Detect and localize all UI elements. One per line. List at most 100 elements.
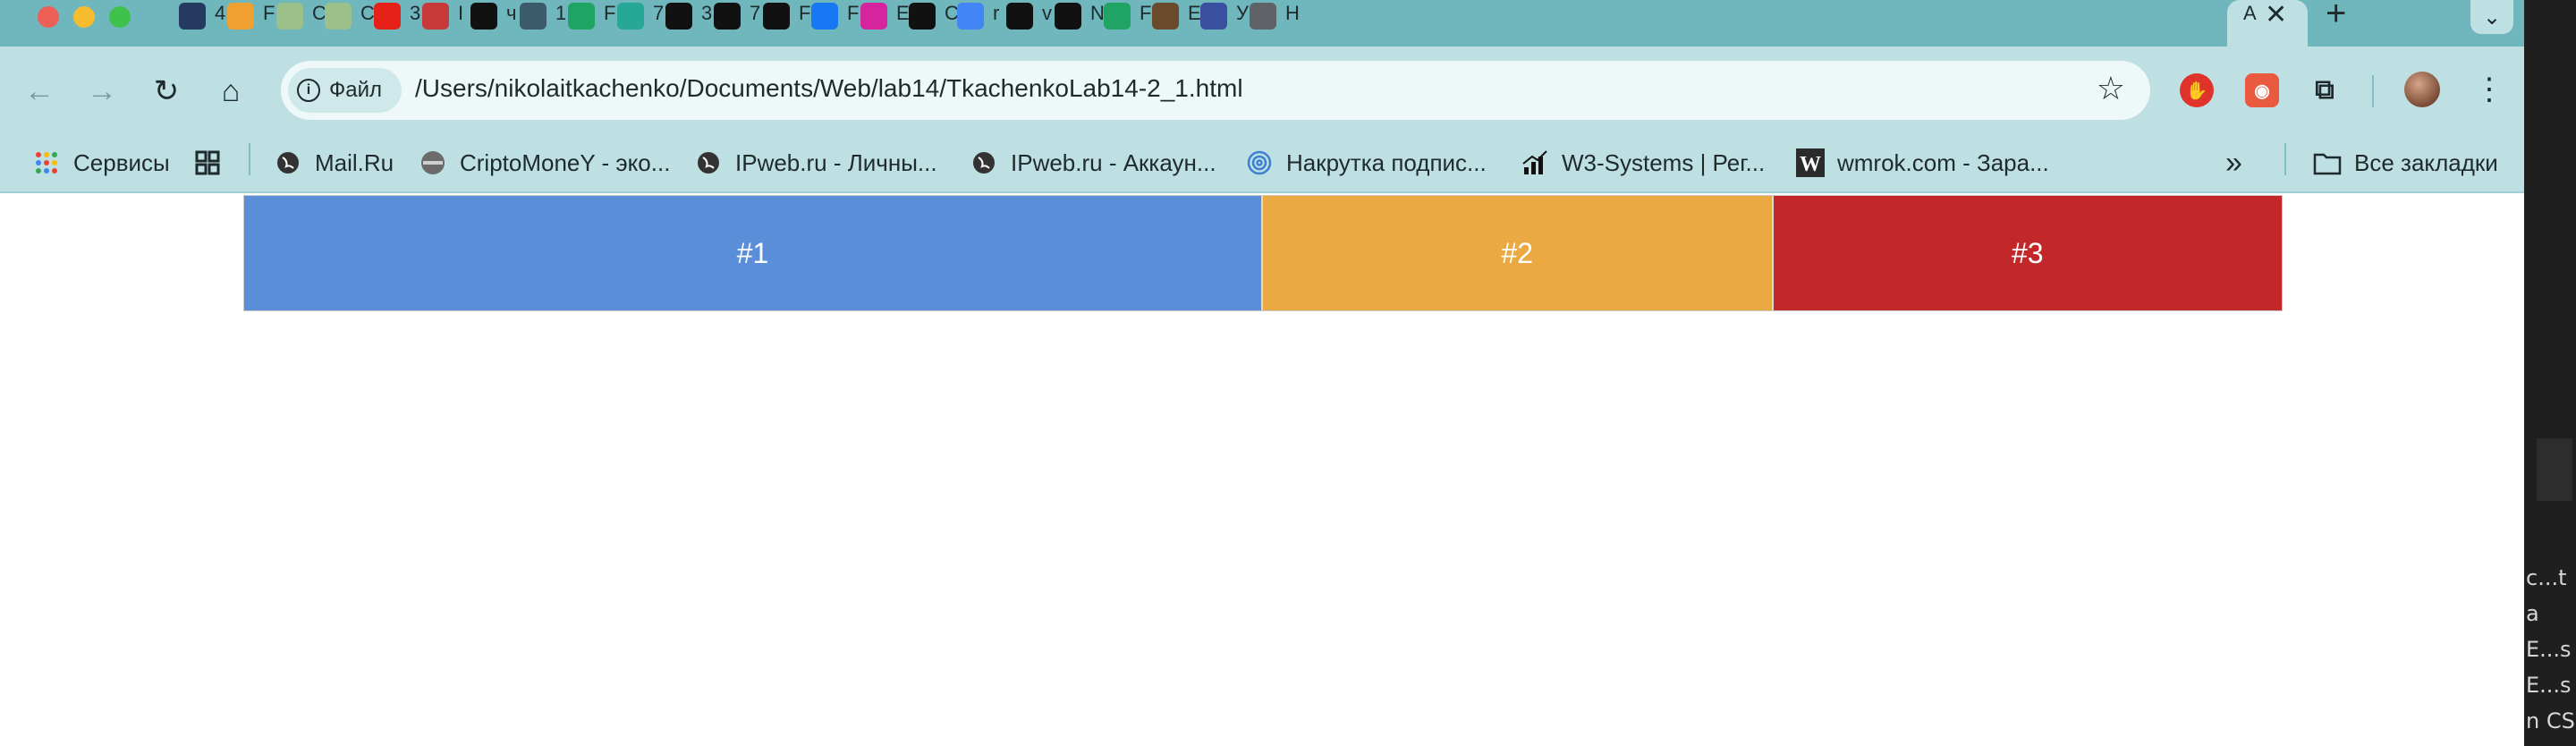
close-window-button[interactable] <box>38 6 59 28</box>
landscape-icon[interactable] <box>276 3 303 30</box>
flex-item-label: #3 <box>2011 236 2044 269</box>
instagram-icon[interactable] <box>860 3 887 30</box>
bookmark-mailru[interactable]: Mail.Ru <box>274 143 394 182</box>
bookmark-ipweb-2[interactable]: IPweb.ru - Аккаун... <box>970 143 1216 182</box>
bookmark-label: IPweb.ru - Личны... <box>735 148 937 176</box>
bookmarks-overflow-button[interactable]: » <box>2225 143 2242 182</box>
github-icon[interactable] <box>1055 3 1081 30</box>
bookmark-label: Накрутка подпис... <box>1286 148 1487 176</box>
flex-item-2: #2 <box>1263 196 1774 310</box>
openai-icon[interactable] <box>909 3 936 30</box>
bookmarks-divider <box>249 143 250 175</box>
url-text[interactable]: /Users/nikolaitkachenko/Documents/Web/la… <box>415 74 1243 103</box>
extensions-puzzle-icon[interactable]: ⧉ <box>2308 73 2342 107</box>
landscape-icon[interactable] <box>325 3 352 30</box>
bookmark-label: wmrok.com - Зара... <box>1837 148 2049 176</box>
side-scroll-region <box>2537 438 2572 501</box>
site-info-label: Файл <box>329 78 383 102</box>
bookmark-star-icon[interactable]: ☆ <box>2097 70 2125 107</box>
svg-text:W: W <box>1800 153 1821 176</box>
all-bookmarks-label: Все закладки <box>2354 148 2498 176</box>
emblem-icon[interactable] <box>1200 3 1227 30</box>
tab-title: 3 <box>701 2 713 24</box>
bookmark-services[interactable]: Сервисы <box>32 143 170 182</box>
menu-kebab-icon[interactable]: ⋮ <box>2474 70 2504 109</box>
smile-coin-icon[interactable] <box>227 3 254 30</box>
globe-icon <box>970 148 998 177</box>
minimize-window-button[interactable] <box>73 6 95 28</box>
site-info-chip[interactable]: i Файл <box>288 68 402 113</box>
flex-item-label: #1 <box>736 236 769 269</box>
side-panel-text: E...s <box>2526 637 2572 662</box>
forward-button[interactable]: → <box>82 72 122 111</box>
globe-icon <box>694 148 723 177</box>
chevron-down-icon: ⌄ <box>2482 4 2502 30</box>
tab-title: 3 <box>410 2 421 24</box>
bookmark-wmrok[interactable]: W wmrok.com - Зара... <box>1796 143 2049 182</box>
info-icon: i <box>297 79 320 102</box>
coin-icon <box>419 148 447 177</box>
tab-title: C <box>360 2 375 24</box>
bookmark-label: Mail.Ru <box>315 148 394 176</box>
bookmark-ipweb-1[interactable]: IPweb.ru - Личны... <box>694 143 937 182</box>
w-logo-icon: W <box>1796 148 1825 177</box>
zoom-window-button[interactable] <box>109 6 131 28</box>
google-drive-icon[interactable] <box>1104 3 1131 30</box>
bookmark-w3-systems[interactable]: W3-Systems | Рег... <box>1521 143 1765 182</box>
tab-title: 1 <box>555 2 567 24</box>
bookmark-criptomoney[interactable]: CriptoMoneY - эко... <box>419 143 670 182</box>
tab-title: F <box>799 2 811 24</box>
tab-title: v <box>1042 2 1052 24</box>
bookmark-label: Сервисы <box>73 148 170 176</box>
record-extension-icon[interactable]: ◉ <box>2245 73 2279 107</box>
shield-icon[interactable] <box>422 3 449 30</box>
tab-title: ч <box>506 2 517 24</box>
apps-grid-icon <box>32 148 61 177</box>
flex-item-1: #1 <box>244 196 1263 310</box>
bookmark-nakrutka[interactable]: Накрутка подпис... <box>1245 143 1487 182</box>
tab-title: I <box>458 2 464 24</box>
chevron-down-icon[interactable] <box>520 3 547 30</box>
graduation-icon[interactable] <box>1152 3 1179 30</box>
youtube-icon[interactable] <box>374 3 401 30</box>
tab-title: У <box>1236 2 1249 24</box>
all-bookmarks-button[interactable]: Все закладки <box>2313 143 2498 182</box>
fd-icon[interactable] <box>665 3 692 30</box>
tab-title: 7 <box>750 2 761 24</box>
tab-title: F <box>847 2 860 24</box>
tab-title: 4 <box>215 2 226 24</box>
adblock-extension-icon[interactable]: ✋ <box>2180 73 2214 107</box>
toolbar-divider <box>2372 75 2374 107</box>
globe-icon <box>274 148 302 177</box>
tab-title: E <box>1188 2 1201 24</box>
yin-yang-icon[interactable] <box>470 3 497 30</box>
fd-icon[interactable] <box>714 3 741 30</box>
bookmark-label: CriptoMoneY - эко... <box>460 148 671 176</box>
side-panel-text: n CSS <box>2526 708 2576 733</box>
bookmark-tab-groups[interactable] <box>193 143 222 182</box>
tab-groups-icon <box>193 148 222 177</box>
tab-title: A <box>2243 2 2257 24</box>
home-button[interactable]: ⌂ <box>211 72 250 111</box>
m-icon[interactable] <box>179 3 206 30</box>
reload-button[interactable]: ↻ <box>147 72 186 111</box>
tab-title: E <box>896 2 910 24</box>
tab-search-button[interactable]: ⌄ <box>2470 0 2513 34</box>
m-mark-icon[interactable] <box>617 3 644 30</box>
facebook-icon[interactable] <box>811 3 838 30</box>
profile-avatar[interactable] <box>2404 72 2440 107</box>
google-drive-icon[interactable] <box>568 3 595 30</box>
address-bar[interactable]: i Файл /Users/nikolaitkachenko/Documents… <box>281 61 2150 120</box>
close-tab-icon[interactable]: ✕ <box>2265 0 2287 30</box>
google-icon[interactable] <box>957 3 984 30</box>
flex-container: #1 #2 #3 <box>243 195 2283 311</box>
github-icon[interactable] <box>1006 3 1033 30</box>
tab-title: N <box>1090 2 1105 24</box>
chrome-icon[interactable] <box>1250 3 1276 30</box>
back-button[interactable]: ← <box>20 72 59 111</box>
tab-bar: 4FCC3Iч1F737FFECrvNFEУH A ✕ + ⌄ <box>0 0 2524 47</box>
new-tab-button[interactable]: + <box>2326 0 2346 31</box>
fd-icon[interactable] <box>763 3 790 30</box>
tab-title: 7 <box>653 2 665 24</box>
tab-title: F <box>604 2 616 24</box>
